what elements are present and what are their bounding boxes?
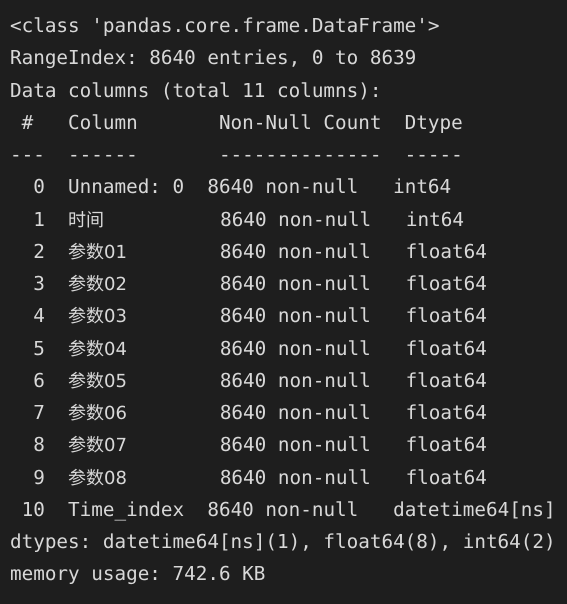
table-row: 4 参数03 8640 non-null float64 xyxy=(10,300,567,332)
range-index-line: RangeIndex: 8640 entries, 0 to 8639 xyxy=(10,46,417,70)
row-gap xyxy=(371,466,406,489)
row-gap xyxy=(371,272,406,295)
row-dtype: float64 xyxy=(405,368,487,392)
row-gap xyxy=(371,304,406,327)
row-index: 8 xyxy=(10,433,69,457)
row-dtype: int64 xyxy=(393,175,452,199)
row-padding xyxy=(127,337,220,360)
table-row: 10 Time_index 8640 non-null datetime64[n… xyxy=(10,494,567,526)
row-index: 1 xyxy=(10,207,69,231)
row-index: 6 xyxy=(10,368,69,392)
row-column-name: Unnamed: 0 xyxy=(68,175,185,199)
row-column-name: 参数04 xyxy=(68,338,127,360)
row-column-name: 参数06 xyxy=(68,403,127,424)
row-gap xyxy=(358,498,393,521)
column-table-separator: --- ------ -------------- ----- xyxy=(10,143,463,166)
row-gap xyxy=(371,433,406,456)
table-row: 1 时间 8640 non-null int64 xyxy=(10,204,567,236)
row-index: 3 xyxy=(10,272,69,295)
row-non-null-count: 8640 non-null xyxy=(219,304,371,328)
row-dtype: float64 xyxy=(405,336,487,360)
memory-usage-line: memory usage: 742.6 KB xyxy=(10,562,266,586)
table-row: 0 Unnamed: 0 8640 non-null int64 xyxy=(10,171,567,203)
column-table-header: # Column Non-Null Count Dtype xyxy=(10,110,463,134)
row-non-null-count: 8640 non-null xyxy=(219,465,371,489)
row-non-null-count: 8640 non-null xyxy=(219,433,371,457)
row-gap xyxy=(371,401,406,424)
dtypes-summary-line: dtypes: datetime64[ns](1), float64(8), i… xyxy=(10,530,556,553)
row-index: 4 xyxy=(10,304,69,328)
row-dtype: datetime64[ns] xyxy=(393,497,556,521)
table-row: 9 参数08 8640 non-null float64 xyxy=(10,462,567,494)
row-dtype: float64 xyxy=(405,239,487,263)
row-column-name: 参数03 xyxy=(68,306,127,328)
row-index: 10 xyxy=(10,497,69,521)
row-gap xyxy=(371,240,406,263)
row-padding xyxy=(104,208,220,231)
row-index: 9 xyxy=(10,465,69,489)
row-index: 5 xyxy=(10,336,69,360)
terminal-output-pane: <class 'pandas.core.frame.DataFrame'> Ra… xyxy=(0,0,567,604)
data-columns-count-line: Data columns (total 11 columns): xyxy=(10,78,382,102)
row-non-null-count: 8640 non-null xyxy=(207,175,359,199)
row-column-name: 参数05 xyxy=(68,370,127,392)
row-dtype: float64 xyxy=(405,401,487,424)
row-padding xyxy=(127,304,220,327)
row-index: 0 xyxy=(10,175,69,199)
row-padding xyxy=(127,240,220,263)
table-row: 7 参数06 8640 non-null float64 xyxy=(10,397,567,429)
row-non-null-count: 8640 non-null xyxy=(207,497,359,521)
table-row: 6 参数05 8640 non-null float64 xyxy=(10,365,567,397)
row-column-name: 参数08 xyxy=(68,467,127,489)
row-dtype: int64 xyxy=(405,207,464,231)
row-dtype: float64 xyxy=(405,465,487,489)
row-dtype: float64 xyxy=(405,433,487,457)
row-dtype: float64 xyxy=(405,272,487,295)
row-non-null-count: 8640 non-null xyxy=(219,272,371,295)
row-padding xyxy=(127,466,220,489)
row-padding xyxy=(127,433,220,456)
row-gap xyxy=(371,208,406,231)
row-gap xyxy=(371,337,406,360)
row-column-name: 参数01 xyxy=(68,241,127,263)
row-column-name: 参数02 xyxy=(68,274,127,295)
row-non-null-count: 8640 non-null xyxy=(219,401,371,424)
row-non-null-count: 8640 non-null xyxy=(220,207,372,231)
row-column-name: 参数07 xyxy=(68,435,127,457)
table-row: 5 参数04 8640 non-null float64 xyxy=(10,333,567,365)
row-index: 7 xyxy=(10,401,69,424)
row-non-null-count: 8640 non-null xyxy=(219,368,371,392)
row-non-null-count: 8640 non-null xyxy=(219,239,371,263)
row-column-name: 时间 xyxy=(68,209,105,231)
row-column-name: Time_index xyxy=(68,497,185,521)
row-padding xyxy=(127,401,220,424)
dataframe-class-line: <class 'pandas.core.frame.DataFrame'> xyxy=(10,14,440,37)
row-gap xyxy=(358,175,393,198)
table-row: 2 参数01 8640 non-null float64 xyxy=(10,236,567,268)
row-dtype: float64 xyxy=(405,304,487,328)
row-non-null-count: 8640 non-null xyxy=(219,336,371,360)
row-padding xyxy=(127,272,220,295)
table-row: 8 参数07 8640 non-null float64 xyxy=(10,429,567,461)
row-padding xyxy=(127,369,220,392)
row-gap xyxy=(371,369,406,392)
row-padding xyxy=(184,175,207,198)
row-index: 2 xyxy=(10,239,69,263)
column-table-body: 0 Unnamed: 0 8640 non-null int64 1 时间 86… xyxy=(10,171,567,526)
table-row: 3 参数02 8640 non-null float64 xyxy=(10,268,567,300)
row-padding xyxy=(184,498,207,521)
